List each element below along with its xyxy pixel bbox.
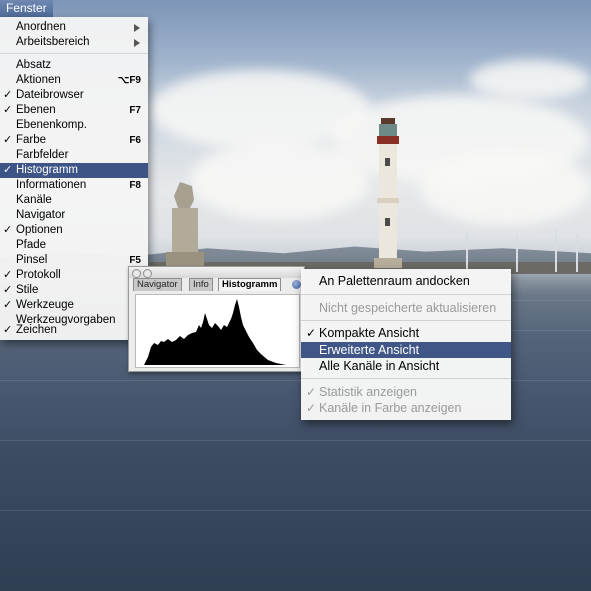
menu-item-label: Kompakte Ansicht — [319, 326, 420, 340]
menu-item-label: Erweiterte Ansicht — [319, 343, 420, 357]
menu-item-kanaele[interactable]: Kanäle — [0, 193, 148, 208]
menu-item-label: Nicht gespeicherte aktualisieren — [319, 301, 497, 315]
minimize-icon[interactable] — [143, 269, 152, 278]
menu-item-label: Histogramm — [16, 164, 78, 176]
menu-item-shortcut: F7 — [129, 105, 141, 116]
menu-item-label: Navigator — [16, 209, 66, 221]
menu-item-navigator[interactable]: Navigator — [0, 208, 148, 223]
menu-item-zeichen[interactable]: ✓ Zeichen — [0, 323, 148, 338]
tab-info[interactable]: Info — [189, 278, 213, 291]
menu-item-label: Farbe — [16, 134, 47, 146]
menu-item-informationen[interactable]: Informationen F8 — [0, 178, 148, 193]
checkmark-icon: ✓ — [3, 224, 13, 236]
menu-item-label: Pinsel — [16, 254, 48, 266]
menu-item-label: Informationen — [16, 179, 87, 191]
menu-item-ebenen[interactable]: ✓ Ebenen F7 — [0, 103, 148, 118]
menu-item-shortcut: F8 — [129, 180, 141, 191]
menu-item-ebenenkomp[interactable]: Ebenenkomp. — [0, 118, 148, 133]
menu-item-label: Kanäle in Farbe anzeigen — [319, 401, 462, 415]
menu-item-werkzeuge[interactable]: ✓ Werkzeuge — [0, 298, 148, 313]
checkmark-icon: ✓ — [3, 269, 13, 281]
menu-item-label: Dateibrowser — [16, 89, 84, 101]
menu-item-protokoll[interactable]: ✓ Protokoll — [0, 268, 148, 283]
checkmark-icon: ✓ — [3, 284, 13, 296]
menu-item-pinsel[interactable]: Pinsel F5 — [0, 253, 148, 268]
checkmark-icon: ✓ — [3, 164, 13, 176]
menu-item-kanaele-in-farbe-anzeigen: ✓ Kanäle in Farbe anzeigen — [301, 400, 511, 416]
menu-item-label: Farbfelder — [16, 149, 69, 161]
lighthouse-image — [374, 118, 402, 268]
menu-item-label: Alle Kanäle in Ansicht — [319, 359, 440, 373]
menu-item-label: Kanäle — [16, 194, 52, 206]
checkmark-icon: ✓ — [306, 326, 317, 340]
menu-separator — [301, 378, 511, 379]
menu-item-label: Werkzeuge — [16, 299, 74, 311]
menu-item-label: Ebenenkomp. — [16, 119, 87, 131]
menu-item-alle-kanaele-in-ansicht[interactable]: Alle Kanäle in Ansicht — [301, 358, 511, 374]
menubar-fenster[interactable]: Fenster — [0, 0, 53, 17]
checkmark-icon: ✓ — [306, 385, 317, 399]
menu-item-arbeitsbereich[interactable]: Arbeitsbereich — [0, 35, 148, 50]
menu-item-optionen[interactable]: ✓ Optionen — [0, 223, 148, 238]
menu-item-absatz[interactable]: Absatz — [0, 58, 148, 73]
checkmark-icon: ✓ — [3, 299, 13, 311]
menu-item-anordnen[interactable]: Anordnen — [0, 20, 148, 35]
menu-item-label: Stile — [16, 284, 39, 296]
checkmark-icon: ✓ — [306, 401, 317, 415]
close-icon[interactable] — [132, 269, 141, 278]
menu-item-shortcut: ⌥F9 — [117, 75, 141, 86]
menu-separator — [301, 294, 511, 295]
submenu-arrow-icon — [134, 24, 140, 32]
menu-item-label: Ebenen — [16, 104, 56, 116]
menu-item-dateibrowser[interactable]: ✓ Dateibrowser — [0, 88, 148, 103]
menu-item-label: An Palettenraum andocken — [319, 274, 470, 288]
checkmark-icon: ✓ — [3, 104, 13, 116]
menu-item-label: Anordnen — [16, 21, 66, 33]
menu-item-label: Absatz — [16, 59, 52, 71]
checkmark-icon: ✓ — [3, 134, 13, 146]
lion-statue-image — [166, 182, 204, 266]
menu-item-aktionen[interactable]: Aktionen ⌥F9 — [0, 73, 148, 88]
palette-options-menu: An Palettenraum andocken Nicht gespeiche… — [301, 269, 511, 420]
menu-item-farbe[interactable]: ✓ Farbe F6 — [0, 133, 148, 148]
histogram-shape — [144, 299, 286, 365]
menu-item-label: Pfade — [16, 239, 47, 251]
menu-item-label: Arbeitsbereich — [16, 36, 90, 48]
menu-item-farbfelder[interactable]: Farbfelder — [0, 148, 148, 163]
tab-histogramm[interactable]: Histogramm — [218, 278, 282, 291]
menu-item-pfade[interactable]: Pfade — [0, 238, 148, 253]
menu-item-nicht-gespeicherte-aktualisieren: Nicht gespeicherte aktualisieren — [301, 300, 511, 316]
palette-titlebar[interactable] — [129, 267, 304, 278]
palette-menu-arrow-icon[interactable] — [292, 280, 301, 289]
checkmark-icon: ✓ — [3, 89, 13, 101]
histogram-graph — [135, 294, 300, 368]
fenster-menu: Anordnen Arbeitsbereich Absatz Aktionen … — [0, 17, 148, 340]
menu-item-stile[interactable]: ✓ Stile — [0, 283, 148, 298]
menu-item-an-palettenraum-andocken[interactable]: An Palettenraum andocken — [301, 273, 511, 289]
menu-item-label: Aktionen — [16, 74, 61, 86]
menu-item-label: Optionen — [16, 224, 63, 236]
menu-item-label: Protokoll — [16, 269, 61, 281]
menu-separator — [0, 53, 148, 54]
menu-item-histogramm[interactable]: ✓ Histogramm — [0, 163, 148, 178]
tab-navigator[interactable]: Navigator — [133, 278, 182, 291]
checkmark-icon: ✓ — [3, 324, 13, 336]
menu-item-shortcut: F6 — [129, 135, 141, 146]
menu-item-label: Zeichen — [16, 324, 57, 336]
histogram-palette: Navigator Info Histogramm — [128, 266, 305, 372]
menu-item-label: Statistik anzeigen — [319, 385, 417, 399]
menu-item-erweiterte-ansicht[interactable]: Erweiterte Ansicht — [301, 342, 511, 358]
submenu-arrow-icon — [134, 39, 140, 47]
menu-separator — [301, 320, 511, 321]
menu-item-statistik-anzeigen: ✓ Statistik anzeigen — [301, 384, 511, 400]
menu-item-kompakte-ansicht[interactable]: ✓ Kompakte Ansicht — [301, 325, 511, 341]
